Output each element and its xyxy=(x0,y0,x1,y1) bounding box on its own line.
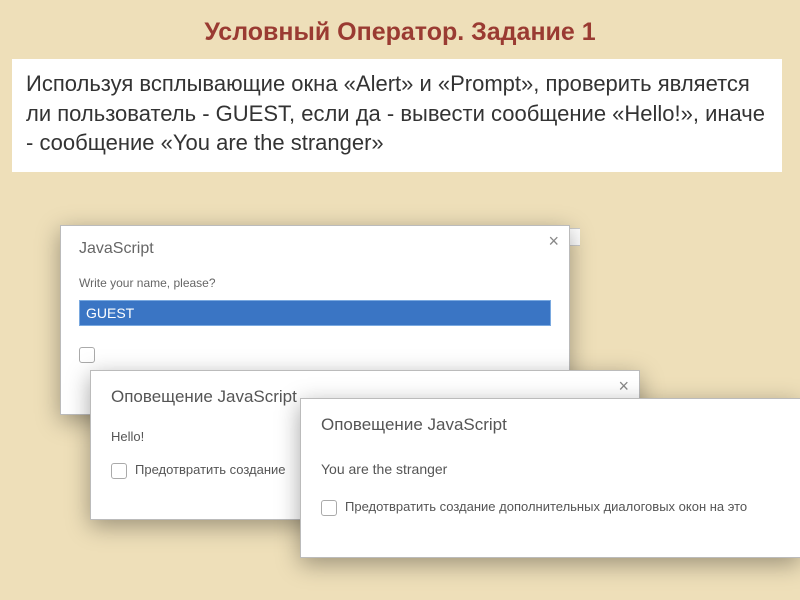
prevent-checkbox[interactable] xyxy=(321,500,337,516)
prompt-input[interactable] xyxy=(79,300,551,326)
prevent-checkbox[interactable] xyxy=(111,463,127,479)
close-icon[interactable]: × xyxy=(548,232,559,250)
dialog-title: Оповещение JavaScript xyxy=(301,399,800,461)
alert-message: You are the stranger xyxy=(301,461,800,499)
prompt-label: Write your name, please? xyxy=(61,276,569,300)
dialog-title: JavaScript xyxy=(61,226,569,276)
close-icon[interactable]: × xyxy=(618,377,629,395)
slide-title: Условный Оператор. Задание 1 xyxy=(0,0,800,59)
prevent-checkbox[interactable] xyxy=(79,347,95,363)
task-description: Используя всплывающие окна «Alert» и «Pr… xyxy=(12,59,782,172)
checkbox-label: Предотвратить создание дополнительных ди… xyxy=(345,499,747,514)
checkbox-label: Предотвратить создание xyxy=(135,462,286,477)
background-fragment xyxy=(570,228,580,246)
alert-stranger-dialog: Оповещение JavaScript You are the strang… xyxy=(300,398,800,558)
